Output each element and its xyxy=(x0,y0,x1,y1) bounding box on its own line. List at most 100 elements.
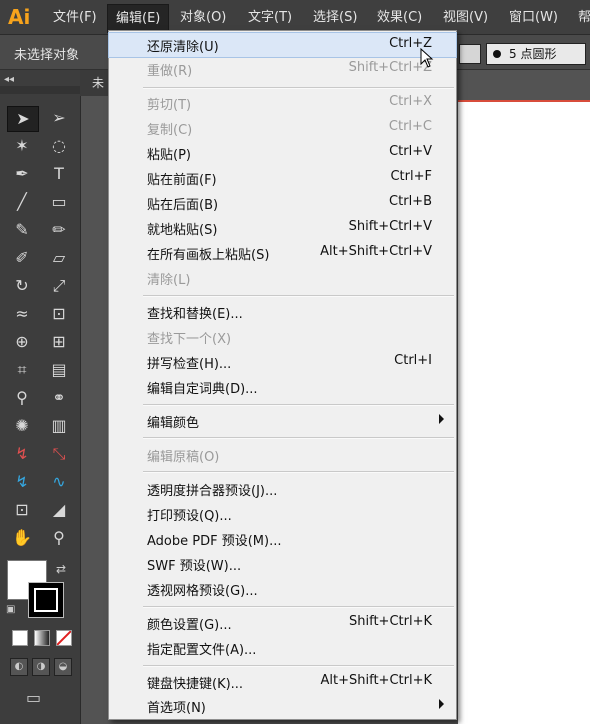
custom-tool-blue-icon[interactable]: ↯ xyxy=(7,470,37,494)
menu-item-spell-check[interactable]: 拼写检查(H)... Ctrl+I xyxy=(109,350,456,374)
lasso-icon[interactable]: ◌ xyxy=(44,134,74,158)
menu-item-cut[interactable]: 剪切(T) Ctrl+X xyxy=(109,91,456,115)
pencil-icon[interactable]: ✏ xyxy=(44,218,74,242)
menu-type[interactable]: 文字(T) xyxy=(246,8,294,28)
column-graph-icon[interactable]: ▥ xyxy=(44,414,74,438)
menu-item-paste[interactable]: 粘贴(P) Ctrl+V xyxy=(109,141,456,165)
menu-item-label: 拼写检查(H)... xyxy=(147,357,232,372)
hand-tool-icon[interactable]: ✋ xyxy=(7,526,37,550)
menu-file[interactable]: 文件(F) xyxy=(51,8,99,28)
none-mode-icon[interactable] xyxy=(56,630,72,646)
menu-separator xyxy=(143,437,454,439)
width-tool-icon[interactable]: ≈ xyxy=(7,302,37,326)
eraser-icon[interactable]: ▱ xyxy=(44,246,74,270)
menu-item-shortcut: Alt+Shift+Ctrl+V xyxy=(320,244,432,259)
menu-item-edit-original[interactable]: 编辑原稿(O) xyxy=(109,443,456,467)
magic-wand-icon[interactable]: ✶ xyxy=(7,134,37,158)
rectangle-tool-icon[interactable]: ▭ xyxy=(44,190,74,214)
menu-item-shortcut: Shift+Ctrl+K xyxy=(349,614,432,629)
slice-tool-icon[interactable]: ◢ xyxy=(44,498,74,522)
menu-item-pdf-presets[interactable]: Adobe PDF 预设(M)... xyxy=(109,527,456,551)
menu-item-shortcut: Shift+Ctrl+V xyxy=(348,219,432,234)
gradient-tool-icon[interactable]: ▤ xyxy=(44,358,74,382)
menu-item-print-presets[interactable]: 打印预设(Q)... xyxy=(109,502,456,526)
menu-window[interactable]: 窗口(W) xyxy=(507,8,560,28)
menu-effect[interactable]: 效果(C) xyxy=(375,8,424,28)
menu-item-undo[interactable]: 还原清除(U) Ctrl+Z xyxy=(108,32,457,58)
paintbrush-icon[interactable]: ✎ xyxy=(7,218,37,242)
line-tool-icon[interactable]: ╱ xyxy=(7,190,37,214)
menu-item-shortcut: Ctrl+X xyxy=(389,94,432,109)
menu-item-label: 编辑原稿(O) xyxy=(147,450,220,465)
menu-item-label: 颜色设置(G)... xyxy=(147,618,232,633)
mesh-tool-icon[interactable]: ⌗ xyxy=(7,358,37,382)
menu-select[interactable]: 选择(S) xyxy=(311,8,359,28)
direct-selection-tool-icon[interactable]: ➢ xyxy=(44,106,74,130)
menu-item-edit-colors[interactable]: 编辑颜色 xyxy=(109,409,456,433)
menu-view[interactable]: 视图(V) xyxy=(441,8,490,28)
gradient-mode-icon[interactable] xyxy=(34,630,50,646)
custom-tool-red-icon[interactable]: ↯ xyxy=(7,442,37,466)
swap-fill-stroke-icon[interactable]: ⇄ xyxy=(56,562,66,576)
menu-item-preferences[interactable]: 首选项(N) xyxy=(109,694,456,718)
draw-normal-icon[interactable]: ◐ xyxy=(10,658,28,676)
brush-dot-icon xyxy=(493,50,501,58)
menu-item-shortcut: Ctrl+C xyxy=(388,119,432,134)
menu-item-label: 清除(L) xyxy=(147,273,191,288)
menu-item-find-replace[interactable]: 查找和替换(E)... xyxy=(109,300,456,324)
rotate-tool-icon[interactable]: ↻ xyxy=(7,274,37,298)
menu-object[interactable]: 对象(O) xyxy=(178,8,228,28)
menu-item-label: 透视网格预设(G)... xyxy=(147,584,258,599)
perspective-grid-icon[interactable]: ⊞ xyxy=(44,330,74,354)
menu-item-swf-presets[interactable]: SWF 预设(W)... xyxy=(109,552,456,576)
blob-brush-icon[interactable]: ✐ xyxy=(7,246,37,270)
menu-item-assign-profile[interactable]: 指定配置文件(A)... xyxy=(109,636,456,660)
type-tool-icon[interactable]: T xyxy=(44,162,74,186)
scale-tool-icon[interactable]: ⤢ xyxy=(44,274,74,298)
collapse-icon[interactable]: ◂◂ xyxy=(4,74,14,85)
blend-tool-icon[interactable]: ⚭ xyxy=(44,386,74,410)
menu-item-paste-in-place[interactable]: 就地粘贴(S) Shift+Ctrl+V xyxy=(109,216,456,240)
menu-item-paste-in-back[interactable]: 贴在后面(B) Ctrl+B xyxy=(109,191,456,215)
menu-item-keyboard-shortcuts[interactable]: 键盘快捷键(K)... Alt+Shift+Ctrl+K xyxy=(109,670,456,694)
menu-item-label: 键盘快捷键(K)... xyxy=(147,677,244,692)
selection-status: 未选择对象 xyxy=(14,48,80,63)
brush-label: 5 点圆形 xyxy=(509,47,557,61)
screen-mode-icon[interactable]: ▭ xyxy=(26,688,50,707)
menu-item-clear[interactable]: 清除(L) xyxy=(109,266,456,290)
menu-item-edit-dictionary[interactable]: 编辑自定词典(D)... xyxy=(109,375,456,399)
zoom-tool-icon[interactable]: ⚲ xyxy=(44,526,74,550)
artboard-tool-icon[interactable]: ⊡ xyxy=(7,498,37,522)
panel-grip[interactable] xyxy=(0,86,80,94)
menu-item-copy[interactable]: 复制(C) Ctrl+C xyxy=(109,116,456,140)
menu-item-redo[interactable]: 重做(R) Shift+Ctrl+Z xyxy=(109,57,456,81)
menu-item-shortcut: Ctrl+I xyxy=(394,353,432,368)
menu-item-find-next[interactable]: 查找下一个(X) xyxy=(109,325,456,349)
menu-item-flattener-presets[interactable]: 透明度拼合器预设(J)... xyxy=(109,477,456,501)
menu-item-paste-all-artboards[interactable]: 在所有画板上粘贴(S) Alt+Shift+Ctrl+V xyxy=(109,241,456,265)
pen-tool-icon[interactable]: ✒ xyxy=(7,162,37,186)
menu-item-label: 复制(C) xyxy=(147,123,193,138)
color-mode-icon[interactable] xyxy=(12,630,28,646)
menu-edit[interactable]: 编辑(E) xyxy=(106,4,170,33)
default-colors-icon[interactable]: ▣ xyxy=(6,604,15,615)
free-transform-icon[interactable]: ⊡ xyxy=(44,302,74,326)
stroke-swatch[interactable] xyxy=(28,582,64,618)
menu-item-color-settings[interactable]: 颜色设置(G)... Shift+Ctrl+K xyxy=(109,611,456,635)
draw-behind-icon[interactable]: ◑ xyxy=(32,658,50,676)
shape-builder-icon[interactable]: ⊕ xyxy=(7,330,37,354)
symbol-sprayer-icon[interactable]: ✺ xyxy=(7,414,37,438)
menu-item-label: 编辑颜色 xyxy=(147,416,200,431)
menu-separator xyxy=(143,471,454,473)
menu-separator xyxy=(143,404,454,406)
eyedropper-icon[interactable]: ⚲ xyxy=(7,386,37,410)
menu-help[interactable]: 帮 xyxy=(576,8,590,28)
stroke-dropdown[interactable] xyxy=(459,44,481,64)
menu-item-perspective-presets[interactable]: 透视网格预设(G)... xyxy=(109,577,456,601)
brush-definition-field[interactable]: 5 点圆形 xyxy=(486,43,586,65)
custom-tool-blue-2-icon[interactable]: ∿ xyxy=(44,470,74,494)
selection-tool-icon[interactable]: ➤ xyxy=(7,106,39,132)
custom-tool-red-2-icon[interactable]: ⤡ xyxy=(44,442,74,466)
draw-inside-icon[interactable]: ◒ xyxy=(54,658,72,676)
menu-item-paste-in-front[interactable]: 贴在前面(F) Ctrl+F xyxy=(109,166,456,190)
